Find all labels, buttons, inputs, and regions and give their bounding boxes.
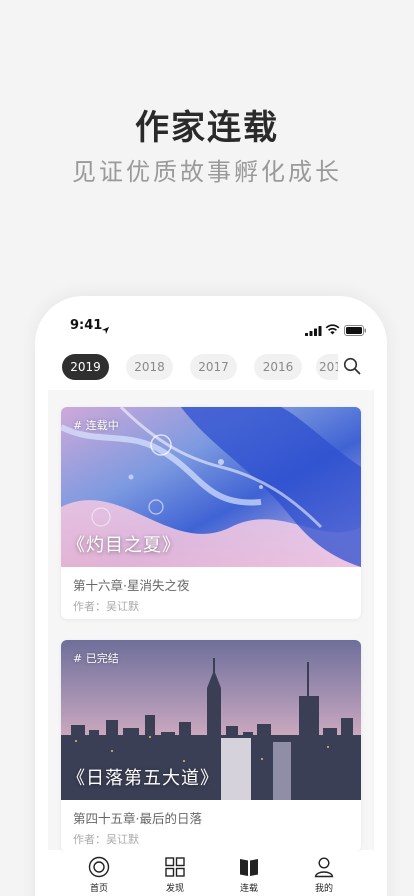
- tab-serial-label: 连载: [239, 884, 258, 894]
- year-pill-2019[interactable]: 2019: [62, 354, 109, 380]
- story-title: 《灼目之夏》: [67, 535, 181, 556]
- story-status-tag: # 连载中: [73, 419, 119, 432]
- tab-profile-label: 我的: [314, 884, 333, 894]
- year-pill-2015[interactable]: 2015: [316, 354, 338, 380]
- story-author: 作者：吴讧默: [73, 833, 139, 846]
- promo-headline: 作家连载 见证优质故事孵化成长: [0, 108, 414, 188]
- tab-serial[interactable]: 连载: [219, 856, 279, 896]
- year-filter: 2019 2018 2017 2016 2015: [35, 354, 387, 382]
- tab-profile[interactable]: 我的: [294, 856, 354, 896]
- story-cover-image: # 连载中 《灼目之夏》: [61, 407, 361, 567]
- story-feed: # 连载中 《灼目之夏》 第十六章·星消失之夜 作者：吴讧默 # 已完结 《日落…: [48, 390, 374, 852]
- tab-discover[interactable]: 发现: [145, 856, 205, 896]
- year-pill-2018[interactable]: 2018: [126, 354, 173, 380]
- phone-frame: 9:41 2019 2018 2017 2016 20 # 连载中 《灼目之夏》…: [35, 296, 387, 896]
- user-icon: [314, 857, 334, 878]
- grid-icon: [165, 857, 185, 877]
- tab-home[interactable]: 首页: [69, 856, 129, 896]
- story-card[interactable]: # 连载中 《灼目之夏》 第十六章·星消失之夜 作者：吴讧默: [61, 407, 361, 619]
- story-card[interactable]: # 已完结 《日落第五大道》 第四十五章·最后的日落 作者：吴讧默: [61, 640, 361, 852]
- tab-discover-label: 发现: [165, 884, 184, 894]
- promo-subtitle: 见证优质故事孵化成长: [72, 158, 342, 186]
- cellular-signal-icon: [305, 321, 322, 340]
- wifi-icon: [325, 320, 340, 339]
- story-title: 《日落第五大道》: [67, 768, 219, 789]
- story-status-tag: # 已完结: [73, 652, 119, 665]
- book-icon: [240, 859, 258, 876]
- story-chapter: 第十六章·星消失之夜: [73, 578, 190, 593]
- year-pill-2016[interactable]: 2016: [254, 354, 302, 380]
- story-chapter: 第四十五章·最后的日落: [73, 811, 202, 826]
- story-author: 作者：吴讧默: [73, 600, 139, 613]
- promo-title: 作家连载: [135, 108, 279, 148]
- location-arrow-icon: [101, 320, 110, 339]
- bottom-tab-bar: 首页 发现 连载 我的: [35, 852, 387, 896]
- story-cover-image: # 已完结 《日落第五大道》: [61, 640, 361, 800]
- status-bar: 9:41: [35, 296, 387, 356]
- battery-icon: [344, 321, 367, 340]
- status-time: 9:41: [70, 318, 103, 333]
- home-circle-icon: [88, 856, 110, 878]
- search-icon[interactable]: [343, 357, 361, 379]
- year-pill-2017[interactable]: 2017: [190, 354, 237, 380]
- tab-home-label: 首页: [89, 884, 108, 894]
